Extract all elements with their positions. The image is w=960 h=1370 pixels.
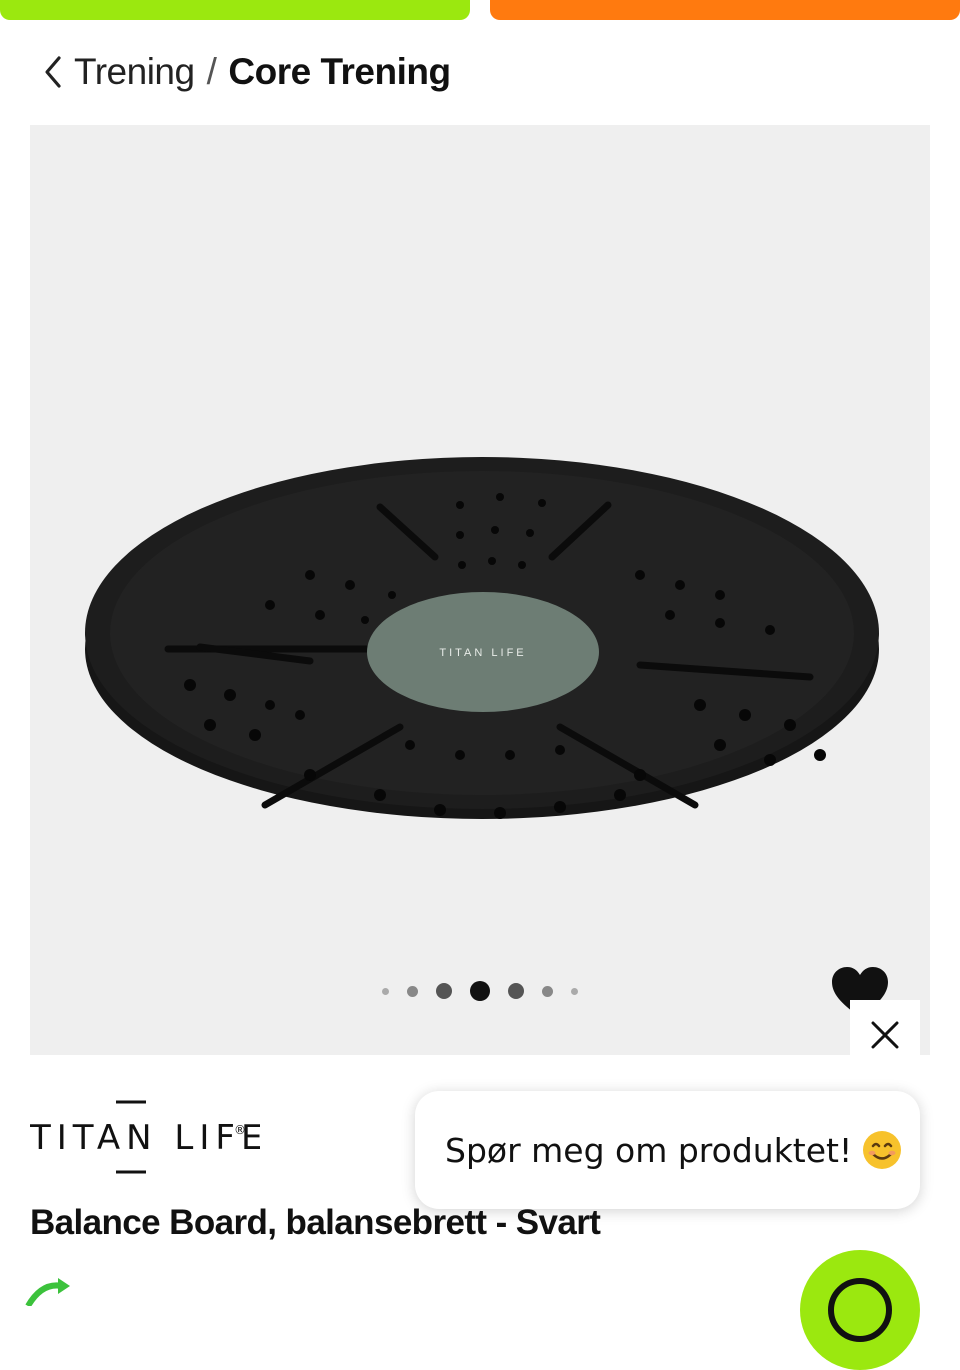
breadcrumb-separator: / bbox=[206, 51, 217, 92]
brand-name: TITAN LIFE bbox=[30, 1118, 260, 1158]
pagination-dot[interactable] bbox=[382, 987, 389, 995]
pagination-dot-active[interactable] bbox=[470, 981, 490, 1001]
product-title: Balance Board, balansebrett - Svart bbox=[30, 1203, 601, 1242]
pagination-dot[interactable] bbox=[571, 987, 578, 995]
chat-prompt-text: Spør meg om produktet! bbox=[445, 1130, 853, 1170]
board-logo-text: TITAN LIFE bbox=[439, 647, 526, 659]
breadcrumb-current: Core Trening bbox=[228, 51, 451, 92]
chevron-left-icon bbox=[45, 56, 61, 88]
top-banner-green[interactable] bbox=[0, 0, 470, 20]
product-image-gallery[interactable]: TITAN LIFE bbox=[30, 125, 930, 1055]
back-button[interactable] bbox=[38, 50, 68, 94]
chat-icon bbox=[828, 1278, 892, 1342]
gallery-pagination bbox=[30, 981, 930, 1001]
pagination-dot[interactable] bbox=[508, 983, 524, 999]
close-icon bbox=[871, 1021, 899, 1049]
breadcrumb-parent-link[interactable]: Trening bbox=[74, 51, 195, 93]
pagination-dot[interactable] bbox=[436, 983, 452, 999]
top-banner-orange[interactable] bbox=[490, 0, 960, 20]
smiling-face-emoji-icon bbox=[863, 1131, 902, 1169]
breadcrumb: Trening / Core Trening bbox=[38, 50, 451, 94]
chat-launcher-button[interactable] bbox=[800, 1250, 920, 1370]
chat-prompt-bubble[interactable]: Spør meg om produktet! bbox=[415, 1091, 920, 1209]
pagination-dot[interactable] bbox=[407, 985, 418, 997]
svg-text:®: ® bbox=[234, 1123, 246, 1137]
balance-board-image: TITAN LIFE bbox=[85, 457, 879, 819]
close-chat-button[interactable] bbox=[850, 1000, 920, 1070]
pagination-dot[interactable] bbox=[542, 985, 553, 997]
brand-logo[interactable]: TITAN LIFE ® bbox=[30, 1098, 260, 1176]
